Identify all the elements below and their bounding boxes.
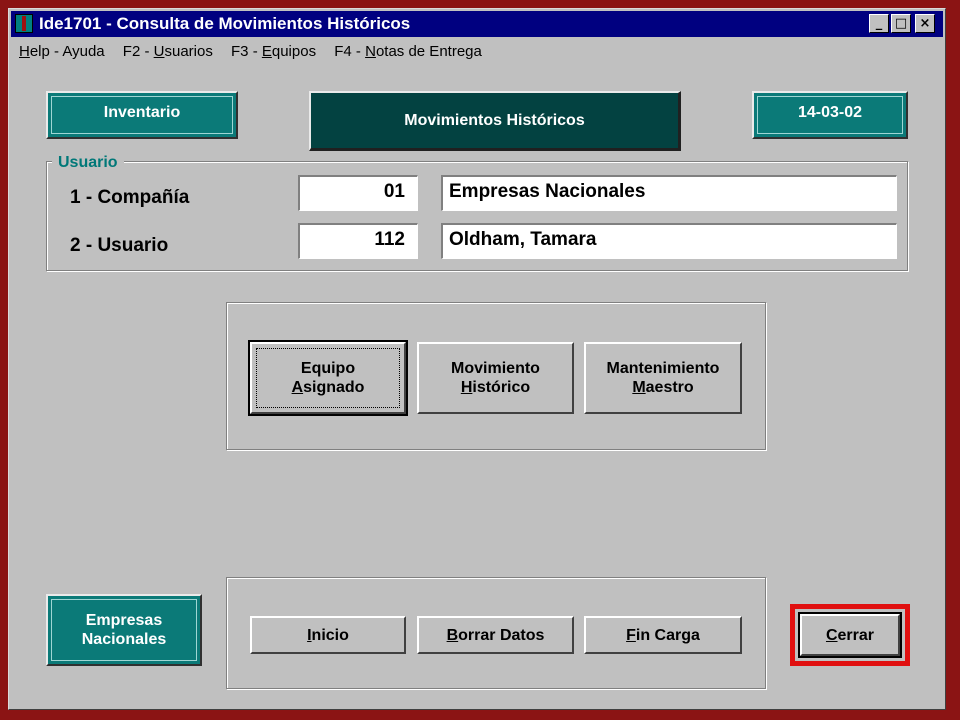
menu-equipos[interactable]: F3 - Equipos — [231, 43, 316, 60]
window-title: Ide1701 - Consulta de Movimientos Histór… — [39, 14, 411, 33]
maximize-button[interactable]: □ — [891, 14, 911, 33]
menu-notas-key: N — [365, 43, 376, 60]
movimiento-historico-label: Movimiento Histórico — [451, 359, 540, 397]
usuario-name-field[interactable]: Oldham, Tamara — [441, 223, 897, 259]
menu-notas-entrega[interactable]: F4 - Notas de Entrega — [334, 43, 482, 60]
menu-help-key: H — [19, 43, 30, 60]
inicio-button[interactable]: Inicio — [250, 616, 406, 654]
menu-usuarios-key: U — [153, 43, 165, 60]
compania-code-field[interactable]: 01 — [298, 175, 418, 211]
borrar-datos-key: B — [446, 626, 459, 644]
menu-help-label: elp - Ayuda — [29, 43, 105, 60]
usuario-group-legend: Usuario — [52, 154, 124, 172]
menu-usuarios-prefix: F2 - — [122, 43, 154, 60]
company-badge-line2: Nacionales — [81, 631, 167, 648]
cerrar-button[interactable]: Cerrar — [798, 612, 902, 658]
menu-help[interactable]: Help - Ayuda — [19, 43, 105, 60]
movimiento-historico-button[interactable]: Movimiento Histórico — [417, 342, 574, 414]
compania-name-field[interactable]: Empresas Nacionales — [441, 175, 897, 211]
equipo-asignado-button[interactable]: Equipo Asignado — [248, 340, 408, 416]
menu-notas-prefix: F4 - — [334, 43, 366, 60]
company-badge-line1: Empresas — [85, 612, 163, 629]
focus-rect — [256, 348, 400, 408]
fin-carga-key: F — [626, 626, 636, 644]
movimiento-historico-line1: Movimiento — [451, 360, 540, 377]
screen-title: Movimientos Históricos — [404, 111, 585, 129]
borrar-datos-label: orrar Datos — [458, 626, 545, 644]
fin-carga-label: in Carga — [635, 626, 700, 644]
cerrar-label: errar — [837, 626, 875, 644]
mantenimiento-maestro-button[interactable]: Mantenimiento Maestro — [584, 342, 742, 414]
screen-title-banner: Movimientos Históricos — [309, 91, 681, 151]
app-icon[interactable] — [15, 14, 33, 33]
usuario-label: 2 - Usuario — [70, 235, 169, 256]
mantenimiento-maestro-line2: aestro — [645, 379, 694, 396]
mantenimiento-maestro-key: M — [632, 379, 646, 396]
company-badge: Empresas Nacionales — [46, 594, 202, 666]
borrar-datos-button[interactable]: Borrar Datos — [417, 616, 574, 654]
inventario-label: Inventario — [103, 104, 181, 121]
compania-label: 1 - Compañía — [70, 187, 190, 208]
menu-equipos-key: E — [261, 43, 272, 60]
inventario-badge: Inventario — [46, 91, 238, 139]
menu-usuarios[interactable]: F2 - Usuarios — [123, 43, 213, 60]
company-badge-text: Empresas Nacionales — [82, 611, 166, 649]
movimiento-historico-key: H — [460, 379, 473, 396]
inicio-label: nicio — [311, 626, 349, 644]
fin-carga-button[interactable]: Fin Carga — [584, 616, 742, 654]
mantenimiento-maestro-line1: Mantenimiento — [606, 360, 720, 377]
menu-notas-label: otas de Entrega — [375, 43, 482, 60]
title-bar[interactable]: Ide1701 - Consulta de Movimientos Histór… — [11, 11, 943, 37]
usuario-code-field[interactable]: 112 — [298, 223, 418, 259]
menu-equipos-label: quipos — [271, 43, 317, 60]
menu-usuarios-label: suarios — [164, 43, 213, 60]
minimize-button[interactable]: _ — [869, 14, 889, 33]
cerrar-key: C — [825, 626, 838, 644]
mantenimiento-maestro-label: Mantenimiento Maestro — [607, 359, 720, 397]
menu-equipos-prefix: F3 - — [231, 43, 262, 60]
date-badge: 14-03-02 — [752, 91, 908, 139]
date-label: 14-03-02 — [797, 104, 863, 121]
menu-bar: Help - Ayuda F2 - Usuarios F3 - Equipos … — [19, 43, 496, 65]
movimiento-historico-line2: istórico — [472, 379, 531, 396]
close-window-button[interactable]: × — [915, 14, 935, 33]
